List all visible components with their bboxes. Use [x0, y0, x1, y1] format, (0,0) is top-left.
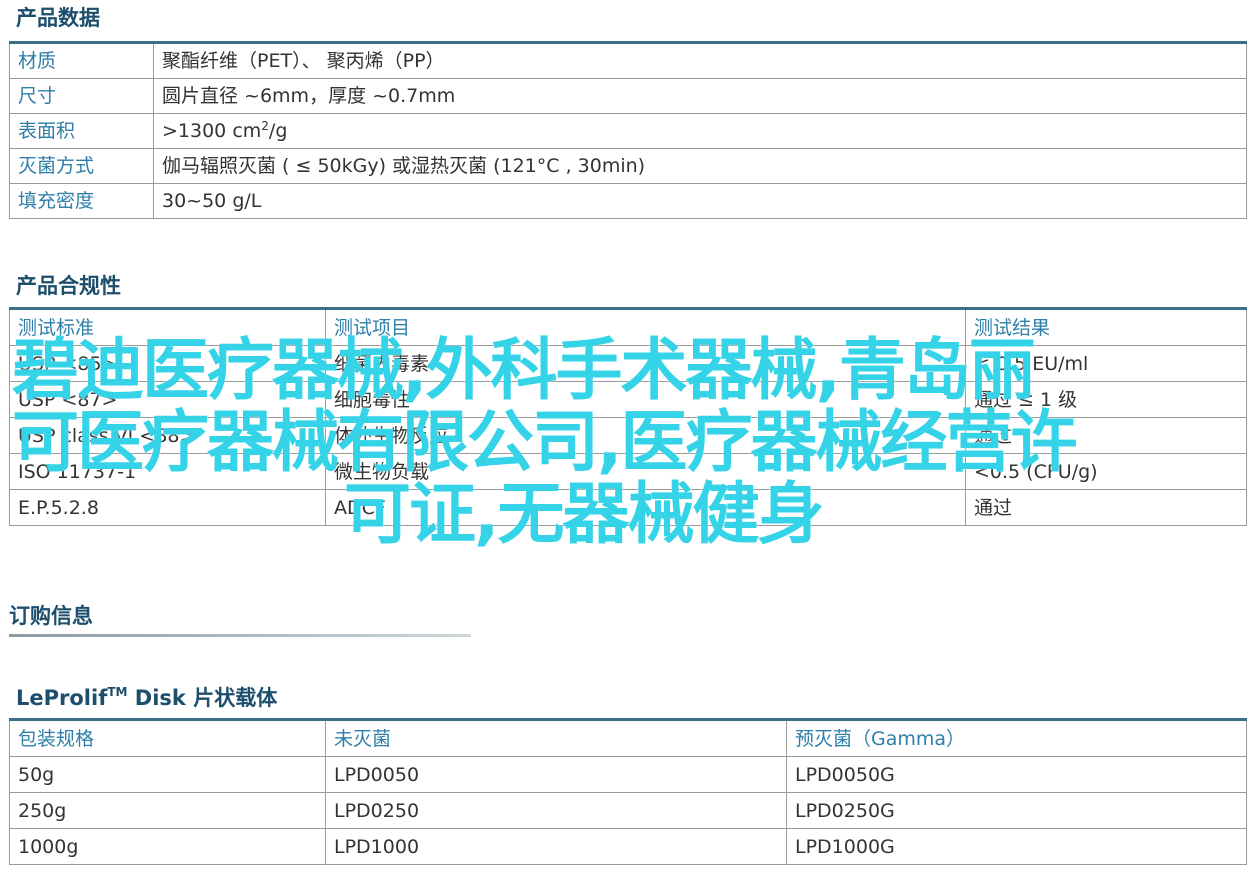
package-size: 1000g: [9, 828, 326, 865]
property-value: 圆片直径 ~6mm，厚度 ~0.7mm: [153, 78, 1247, 114]
order-info-title: 订购信息: [9, 604, 93, 628]
section-divider: [9, 634, 471, 637]
property-value: 30~50 g/L: [153, 183, 1247, 219]
overlay-caption: 碧迪医疗器械,外科手术器械,青岛丽 可医疗器械有限公司,医疗器械经营许 可证,无…: [12, 334, 1248, 550]
overlay-line-1: 碧迪医疗器械,外科手术器械,青岛丽: [12, 331, 1036, 409]
spec-sheet-page: 产品数据 材质 聚酯纤维（PET）、 聚丙烯（PP） 尺寸 圆片直径 ~6mm，…: [0, 0, 1254, 874]
surface-area-value: >1300 cm: [162, 120, 262, 142]
leprolif-title-name: LeProlif: [16, 686, 108, 710]
property-name: 填充密度: [9, 183, 154, 219]
gamma-code: LPD1000G: [786, 828, 1247, 865]
ordering-table: 包装规格 未灭菌 预灭菌（Gamma） 50g LPD0050 LPD0050G…: [9, 718, 1247, 865]
unsterile-code: LPD0250: [325, 792, 787, 829]
gamma-code: LPD0250G: [786, 792, 1247, 829]
table-row: 灭菌方式 伽马辐照灭菌 ( ≤ 50kGy) 或湿热灭菌 (121°C , 30…: [9, 148, 1247, 184]
property-name: 灭菌方式: [9, 148, 154, 184]
gamma-code: LPD0050G: [786, 756, 1247, 793]
package-size: 50g: [9, 756, 326, 793]
package-size: 250g: [9, 792, 326, 829]
unsterile-code: LPD1000: [325, 828, 787, 865]
table-row: 填充密度 30~50 g/L: [9, 183, 1247, 219]
property-name: 表面积: [9, 113, 154, 149]
product-data-title: 产品数据: [16, 6, 100, 30]
compliance-title: 产品合规性: [16, 274, 121, 298]
property-name: 材质: [9, 42, 154, 79]
table-row: 材质 聚酯纤维（PET）、 聚丙烯（PP）: [9, 42, 1247, 79]
column-header: 预灭菌（Gamma）: [786, 719, 1247, 757]
surface-area-exponent: 2: [261, 119, 269, 133]
leprolif-title-rest: Disk 片状载体: [127, 686, 278, 710]
product-data-table: 材质 聚酯纤维（PET）、 聚丙烯（PP） 尺寸 圆片直径 ~6mm，厚度 ~0…: [9, 41, 1247, 219]
overlay-line-3: 可证,无器械健身: [344, 475, 824, 553]
table-row: 尺寸 圆片直径 ~6mm，厚度 ~0.7mm: [9, 78, 1247, 114]
column-header: 未灭菌: [325, 719, 787, 757]
unsterile-code: LPD0050: [325, 756, 787, 793]
trademark-mark: TM: [107, 685, 128, 699]
surface-area-unit: /g: [268, 120, 288, 142]
property-name: 尺寸: [9, 78, 154, 114]
column-header: 包装规格: [9, 719, 326, 757]
overlay-line-2: 可医疗器械有限公司,医疗器械经营许: [12, 403, 1077, 481]
table-row: 250g LPD0250 LPD0250G: [9, 792, 1247, 829]
table-header-row: 包装规格 未灭菌 预灭菌（Gamma）: [9, 719, 1247, 757]
property-value: >1300 cm2/g: [153, 113, 1247, 149]
table-row: 1000g LPD1000 LPD1000G: [9, 828, 1247, 865]
leprolif-title: LeProlifTM Disk 片状载体: [16, 685, 277, 711]
table-row: 表面积 >1300 cm2/g: [9, 113, 1247, 149]
property-value: 聚酯纤维（PET）、 聚丙烯（PP）: [153, 42, 1247, 79]
property-value: 伽马辐照灭菌 ( ≤ 50kGy) 或湿热灭菌 (121°C , 30min): [153, 148, 1247, 184]
table-row: 50g LPD0050 LPD0050G: [9, 756, 1247, 793]
